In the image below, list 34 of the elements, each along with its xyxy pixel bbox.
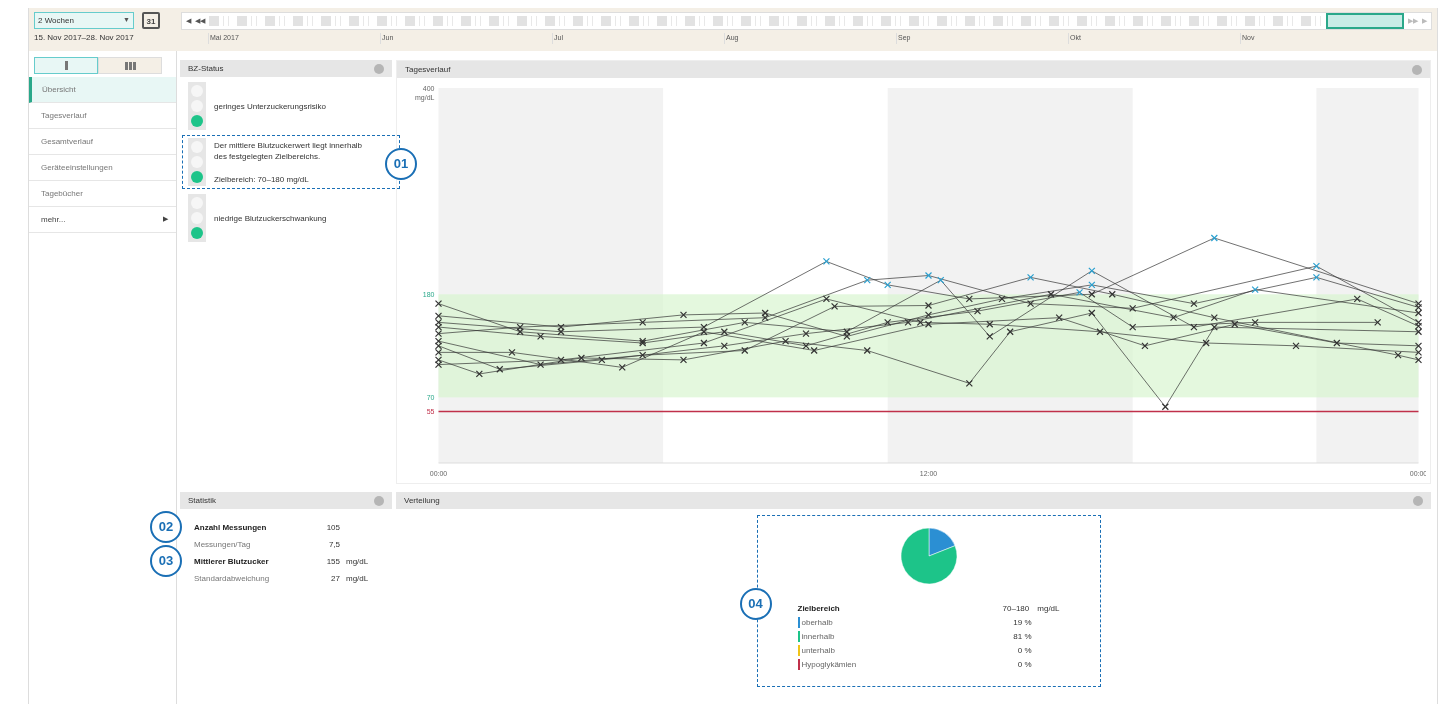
callout-number: 02 [150, 511, 182, 543]
status-text: niedrige Blutzuckerschwankung [214, 212, 328, 224]
callout-number: 01 [385, 148, 417, 180]
stat-value: 105 [325, 521, 340, 534]
stat-value: 27 [330, 572, 340, 585]
stat-unit: mg/dL [346, 572, 369, 585]
target-range-unit: mg/dL [1037, 602, 1060, 615]
status-text: Zielbereich: 70–180 mg/dL [214, 173, 310, 185]
stat-label: Anzahl Messungen [194, 521, 268, 534]
stat-label: Messungen/Tag [194, 538, 252, 551]
legend-label: innerhalb [801, 630, 836, 643]
stat-label: Standardabweichung [194, 572, 271, 585]
callout-number: 04 [739, 588, 772, 620]
date-range: 15. Nov 2017–28. Nov 2017 [34, 32, 135, 44]
panel-title: BZ-Status [188, 62, 224, 75]
stat-value: 155 [325, 555, 340, 568]
legend-label: oberhalb [801, 616, 834, 629]
legend-value: 0 % [1016, 658, 1032, 671]
legend-value: 0 % [1016, 644, 1032, 657]
callout-number: 03 [150, 545, 182, 577]
legend-label: Hypoglykämien [801, 658, 858, 671]
legend-label: unterhalb [801, 644, 836, 657]
target-range-value: 70–180 [1002, 602, 1030, 615]
status-text: geringes Unterzuckerungsrisiko [214, 100, 328, 112]
panel-title: Statistik [188, 494, 216, 507]
legend-value: 81 % [1012, 630, 1032, 643]
status-text: Der mittlere Blutzuckerwert liegt innerhalb des festgelegten Zielbereichs. [214, 139, 364, 162]
panel-title: Tagesverlauf [405, 63, 451, 76]
legend-heading: Zielbereich [797, 602, 841, 615]
stat-label: Mittlerer Blutzucker [194, 555, 270, 568]
stat-unit: mg/dL [346, 555, 369, 568]
stat-value: 7,5 [327, 538, 340, 551]
legend-value: 19 % [1012, 616, 1032, 629]
panel-title: Verteilung [404, 494, 440, 507]
